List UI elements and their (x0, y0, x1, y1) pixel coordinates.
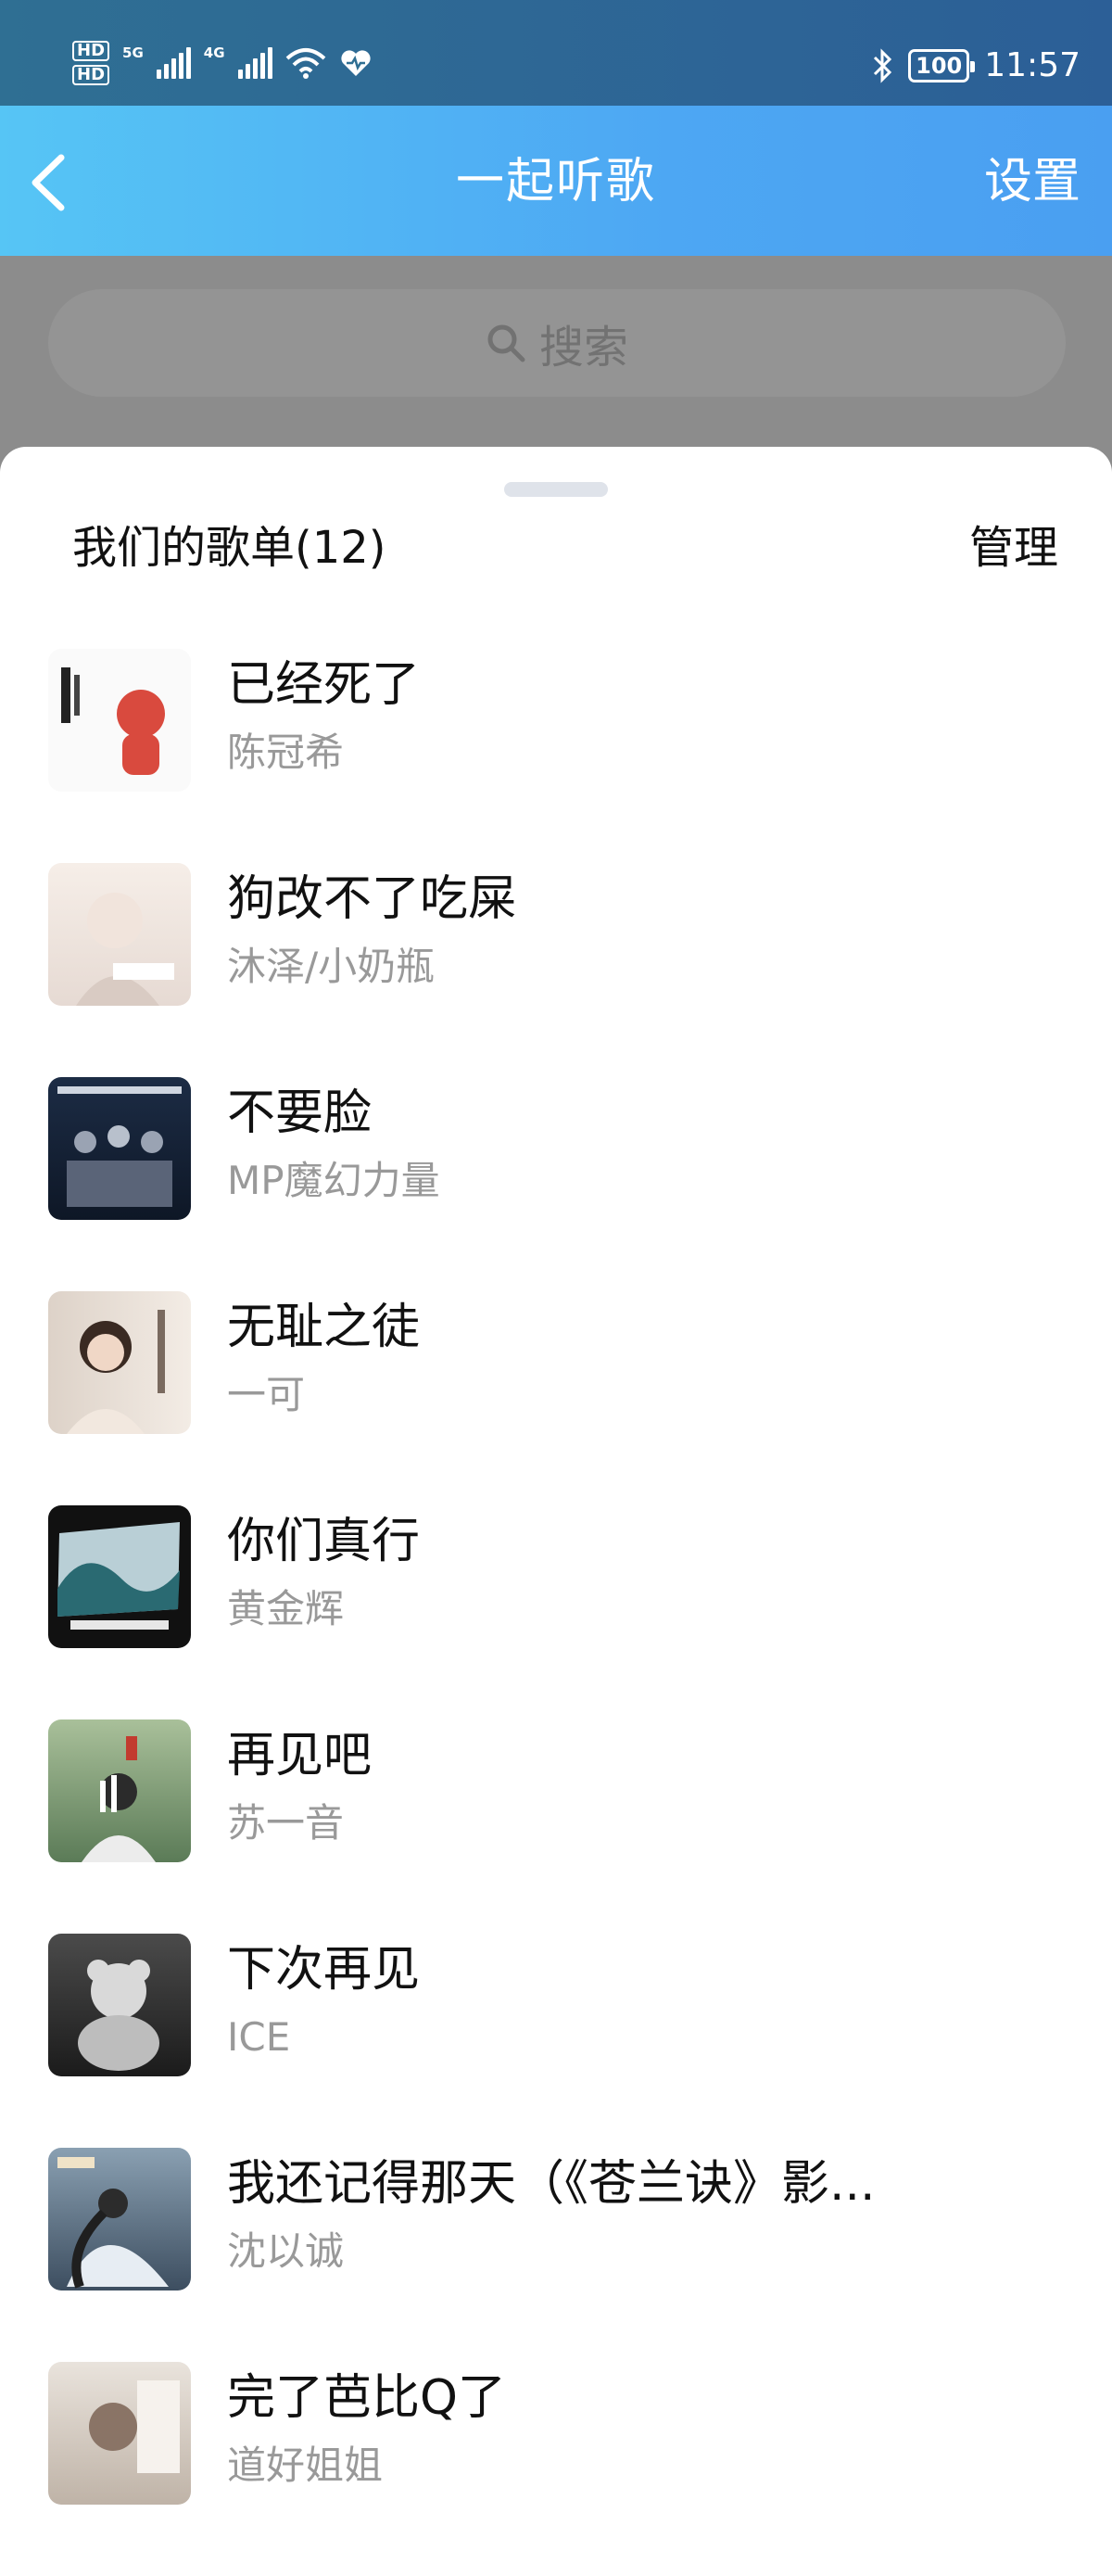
album-cover (48, 2362, 191, 2505)
song-row[interactable]: 下次再见 ICE (0, 1934, 1112, 2148)
heart-icon (340, 50, 371, 76)
playlist-sheet: 我们的歌单(12) 管理 已经死了 陈冠希 狗改不了吃屎 沐泽/小奶瓶 不要脸 … (0, 447, 1112, 2505)
status-left: HD HD 5G 4G (72, 41, 373, 85)
clock: 11:57 (984, 46, 1080, 84)
song-artist: 黄金辉 (227, 1586, 345, 1631)
status-bar: HD HD 5G 4G 100 11:57 (0, 0, 1112, 106)
song-title: 已经死了 (227, 657, 421, 713)
song-row[interactable]: 完了芭比Q了 道好姐姐 (0, 2362, 1112, 2576)
hd-badge-1: HD (72, 41, 110, 61)
search-bar[interactable]: 搜索 (48, 289, 1066, 397)
song-title: 狗改不了吃屎 (227, 871, 517, 927)
bluetooth-icon (874, 47, 892, 83)
song-artist: 道好姐姐 (227, 2443, 384, 2488)
song-list: 已经死了 陈冠希 狗改不了吃屎 沐泽/小奶瓶 不要脸 MP魔幻力量 无耻之徒 一… (0, 649, 1112, 2576)
album-cover (48, 863, 191, 1006)
hd-badge-2: HD (72, 65, 110, 85)
album-cover (48, 1077, 191, 1220)
song-title: 我还记得那天（《苍兰诀》影... (227, 2156, 876, 2212)
manage-button[interactable]: 管理 (969, 517, 1058, 578)
search-icon (487, 324, 525, 362)
song-title: 你们真行 (227, 1514, 421, 1569)
navigation-bar: 一起听歌 设置 (0, 106, 1112, 256)
album-cover (48, 649, 191, 792)
album-cover (48, 2148, 191, 2290)
song-title: 再见吧 (227, 1728, 373, 1783)
song-row[interactable]: 狗改不了吃屎 沐泽/小奶瓶 (0, 863, 1112, 1077)
song-title: 完了芭比Q了 (227, 2370, 506, 2426)
page-title: 一起听歌 (455, 154, 656, 209)
song-artist: ICE (227, 2014, 291, 2060)
song-artist: MP魔幻力量 (227, 1158, 440, 1203)
song-row[interactable]: 不要脸 MP魔幻力量 (0, 1077, 1112, 1291)
song-row[interactable]: 你们真行 黄金辉 (0, 1505, 1112, 1719)
signal-icon (156, 47, 191, 79)
hd-indicators: HD HD (72, 41, 110, 85)
song-artist: 苏一音 (227, 1800, 345, 1846)
song-artist: 沈以诚 (227, 2228, 345, 2274)
song-title: 无耻之徒 (227, 1300, 421, 1355)
network-4g-label: 4G (203, 44, 225, 61)
playlist-title: 我们的歌单(12) (72, 522, 386, 574)
song-title: 不要脸 (227, 1085, 373, 1141)
network-5g-label: 5G (122, 44, 144, 61)
song-title: 下次再见 (227, 1942, 421, 1998)
album-cover (48, 1934, 191, 2076)
song-artist: 一可 (227, 1372, 306, 1417)
album-cover (48, 1505, 191, 1648)
song-artist: 沐泽/小奶瓶 (227, 944, 436, 989)
song-row[interactable]: 再见吧 苏一音 (0, 1719, 1112, 1934)
battery-indicator: 100 (908, 48, 976, 82)
album-cover (48, 1291, 191, 1434)
song-row[interactable]: 已经死了 陈冠希 (0, 649, 1112, 863)
song-row[interactable]: 无耻之徒 一可 (0, 1291, 1112, 1505)
settings-button[interactable]: 设置 (984, 150, 1080, 213)
song-row[interactable]: 我还记得那天（《苍兰诀》影... 沈以诚 (0, 2148, 1112, 2362)
signal-icon-2 (237, 47, 272, 79)
wifi-icon (285, 48, 325, 79)
status-right: 100 11:57 (871, 46, 1080, 84)
search-placeholder: 搜索 (538, 322, 628, 374)
song-artist: 陈冠希 (227, 730, 345, 775)
album-cover (48, 1719, 191, 1862)
drag-handle[interactable] (504, 482, 608, 497)
